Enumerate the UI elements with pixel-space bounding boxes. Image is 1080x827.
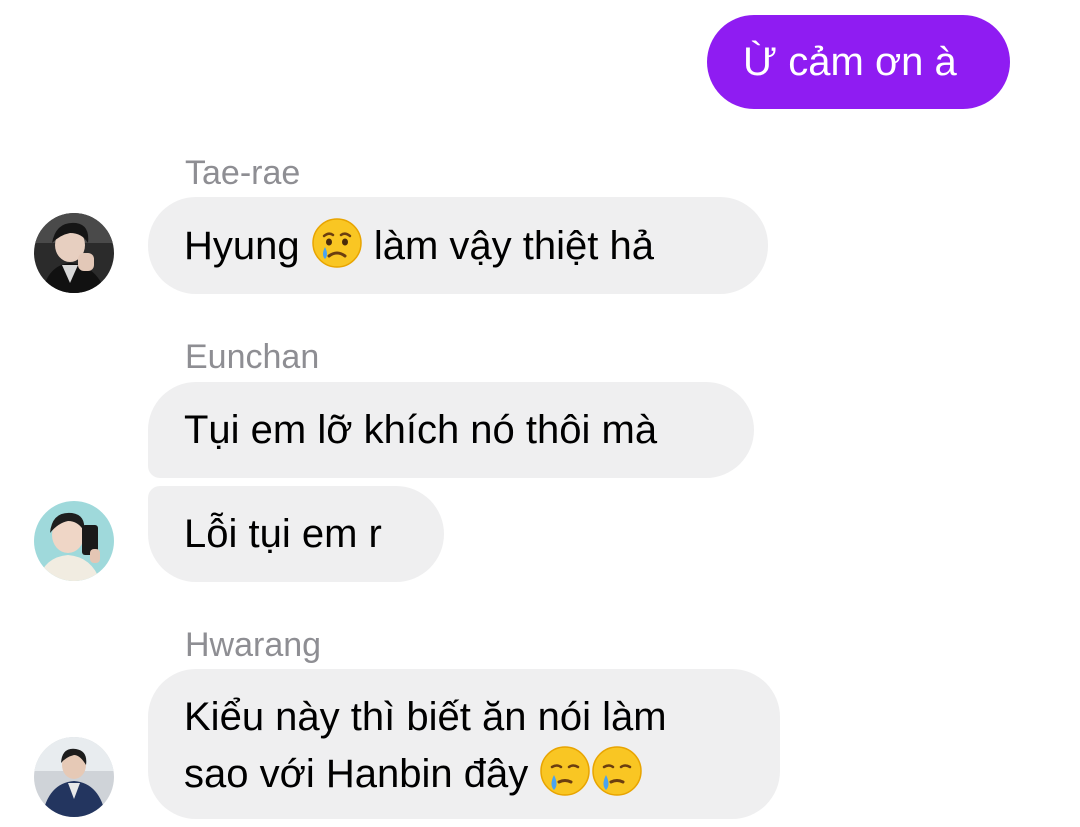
smiling-face-with-tear-icon xyxy=(592,746,643,796)
incoming-message-bubble[interactable]: Kiểu này thì biết ăn nói làm sao với Han… xyxy=(148,669,780,819)
sender-name-taerae: Tae-rae xyxy=(185,154,301,192)
outgoing-message-bubble[interactable]: Ừ cảm ơn à xyxy=(707,15,1010,109)
sender-name-hwarang: Hwarang xyxy=(185,626,322,664)
message-text-part: Hyung xyxy=(184,224,311,268)
message-text: Tụi em lỡ khích nó thôi mà xyxy=(184,408,658,452)
incoming-message-bubble[interactable]: Lỗi tụi em r xyxy=(148,486,444,582)
avatar-hwarang[interactable] xyxy=(34,737,114,817)
avatar-image xyxy=(34,737,114,817)
message-text-part: làm vậy thiệt hả xyxy=(362,224,654,268)
avatar-image xyxy=(34,213,114,293)
message-line-with-emoji: sao với Hanbin đây xyxy=(184,745,780,802)
crying-face-icon xyxy=(312,218,362,268)
message-line: sao với Hanbin đây xyxy=(184,752,529,796)
sender-name-eunchan: Eunchan xyxy=(185,338,320,376)
avatar-taerae[interactable] xyxy=(34,213,114,293)
incoming-message-bubble[interactable]: Hyung làm vậy thiệt hả xyxy=(148,197,768,294)
smiling-face-with-tear-icon xyxy=(540,746,591,796)
incoming-message-bubble[interactable]: Tụi em lỡ khích nó thôi mà xyxy=(148,382,754,478)
avatar-eunchan[interactable] xyxy=(34,501,114,581)
outgoing-message-text: Ừ cảm ơn à xyxy=(743,40,957,84)
message-line: Kiểu này thì biết ăn nói làm xyxy=(184,695,667,739)
message-text: Lỗi tụi em r xyxy=(184,512,382,556)
avatar-image xyxy=(34,501,114,581)
